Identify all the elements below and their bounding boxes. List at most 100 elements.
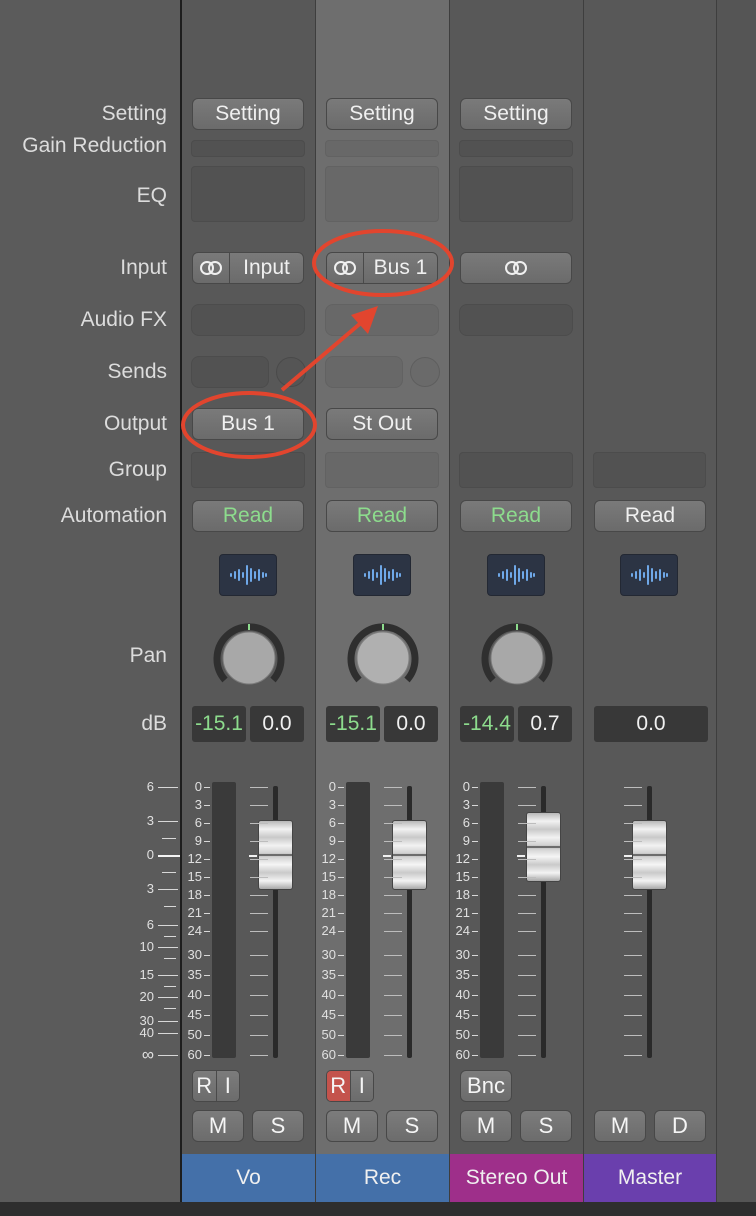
- meter-scale-tick: [338, 805, 344, 806]
- balance-knob[interactable]: [481, 620, 553, 692]
- mute-button[interactable]: M: [326, 1110, 378, 1142]
- audio-fx-slot[interactable]: [459, 304, 573, 336]
- audio-waveform-icon[interactable]: [353, 554, 411, 596]
- audio-fx-slot[interactable]: [325, 304, 439, 336]
- audio-fx-slot[interactable]: [191, 304, 305, 336]
- unity-gain-marker: [383, 855, 391, 857]
- input-monitor-button[interactable]: I: [349, 1071, 373, 1101]
- fader-scale-tick: [518, 913, 536, 914]
- channel-strip-rec: Setting Bus 1 St Out Read -15.1 0.0 R I …: [316, 0, 450, 1202]
- setting-button[interactable]: Setting: [192, 98, 304, 130]
- meter-scale-tick: [472, 895, 478, 896]
- volume-fader-handle[interactable]: [392, 820, 427, 890]
- peak-level-display[interactable]: -14.4: [460, 706, 514, 742]
- setting-button[interactable]: Setting: [326, 98, 438, 130]
- fader-scale-tick: [384, 805, 402, 806]
- gain-reduction-meter: [191, 140, 305, 157]
- peak-level-display[interactable]: -15.1: [192, 706, 246, 742]
- solo-button[interactable]: S: [252, 1110, 304, 1142]
- scale-tick: [158, 821, 178, 822]
- eq-thumbnail[interactable]: [459, 166, 573, 222]
- scale-tick: [158, 889, 178, 890]
- fader-scale-tick: [624, 841, 642, 842]
- record-enable-button[interactable]: R: [327, 1071, 350, 1101]
- send-slot[interactable]: [325, 356, 403, 388]
- audio-waveform-icon[interactable]: [620, 554, 678, 596]
- audio-waveform-icon[interactable]: [487, 554, 545, 596]
- solo-button[interactable]: S: [386, 1110, 438, 1142]
- meter-scale-label: 24: [455, 923, 470, 938]
- automation-mode-button[interactable]: Read: [192, 500, 304, 532]
- output-slot[interactable]: St Out: [326, 408, 438, 440]
- pan-knob[interactable]: [213, 620, 285, 692]
- scale-tick: [158, 925, 178, 926]
- bottom-scrollbar[interactable]: [0, 1202, 756, 1216]
- bounce-button[interactable]: Bnc: [460, 1070, 512, 1102]
- input-slot[interactable]: Bus 1: [326, 252, 438, 284]
- scale-label: 20: [139, 989, 154, 1004]
- meter-scale-label: 45: [321, 1007, 336, 1022]
- level-meter: [346, 782, 370, 1058]
- stereo-link-icon[interactable]: [193, 253, 230, 283]
- fader-scale-tick: [384, 841, 402, 842]
- eq-thumbnail[interactable]: [191, 166, 305, 222]
- empty-mixer-area: [716, 0, 756, 1202]
- meter-scale-label: 15: [321, 869, 336, 884]
- volume-fader-handle[interactable]: [632, 820, 667, 890]
- group-slot[interactable]: [459, 452, 573, 488]
- group-slot[interactable]: [325, 452, 439, 488]
- input-format-button[interactable]: [460, 252, 572, 284]
- meter-scale-tick: [338, 895, 344, 896]
- audio-waveform-icon[interactable]: [219, 554, 277, 596]
- output-slot[interactable]: Bus 1: [192, 408, 304, 440]
- scale-tick: [158, 947, 178, 948]
- meter-scale-label: 60: [321, 1047, 336, 1062]
- solo-button[interactable]: S: [520, 1110, 572, 1142]
- volume-fader-handle[interactable]: [258, 820, 293, 890]
- channel-name-vo[interactable]: Vo: [182, 1154, 315, 1202]
- meter-scale-tick: [472, 877, 478, 878]
- pan-knob[interactable]: [347, 620, 419, 692]
- automation-mode-button[interactable]: Read: [460, 500, 572, 532]
- dim-button[interactable]: D: [654, 1110, 706, 1142]
- send-level-knob[interactable]: [276, 357, 306, 387]
- eq-thumbnail[interactable]: [325, 166, 439, 222]
- channel-name-stereo-out[interactable]: Stereo Out: [450, 1154, 583, 1202]
- channel-strip-vo: Setting Input Bus 1 Read -15.1 0.0 R I M…: [182, 0, 316, 1202]
- fader-scale-tick: [518, 895, 536, 896]
- mute-button[interactable]: M: [460, 1110, 512, 1142]
- fader-level-display[interactable]: 0.0: [250, 706, 304, 742]
- group-slot[interactable]: [593, 452, 706, 488]
- send-level-knob[interactable]: [410, 357, 440, 387]
- automation-mode-button[interactable]: Read: [594, 500, 706, 532]
- input-slot[interactable]: Input: [192, 252, 304, 284]
- mute-button[interactable]: M: [192, 1110, 244, 1142]
- fader-level-display[interactable]: 0.0: [384, 706, 438, 742]
- fader-scale-tick: [624, 895, 642, 896]
- fader-scale-tick: [624, 823, 642, 824]
- fader-scale-tick: [250, 1055, 268, 1056]
- mute-button[interactable]: M: [594, 1110, 646, 1142]
- fader-scale-tick: [384, 995, 402, 996]
- meter-scale-tick: [204, 787, 210, 788]
- automation-mode-button[interactable]: Read: [326, 500, 438, 532]
- group-slot[interactable]: [191, 452, 305, 488]
- row-label-output: Output: [103, 412, 167, 435]
- meter-scale-label: 9: [462, 833, 470, 848]
- channel-name-master[interactable]: Master: [584, 1154, 716, 1202]
- send-slot[interactable]: [191, 356, 269, 388]
- peak-level-display[interactable]: -15.1: [326, 706, 380, 742]
- meter-scale-label: 3: [328, 797, 336, 812]
- stereo-link-icon[interactable]: [327, 253, 364, 283]
- record-input-buttons: R I: [326, 1070, 374, 1102]
- input-monitor-button[interactable]: I: [215, 1071, 239, 1101]
- meter-scale-tick: [204, 1035, 210, 1036]
- channel-name-rec[interactable]: Rec: [316, 1154, 449, 1202]
- scale-tick: [164, 936, 176, 937]
- scale-tick: [162, 872, 176, 873]
- fader-level-display[interactable]: 0.7: [518, 706, 572, 742]
- record-enable-button[interactable]: R: [193, 1071, 216, 1101]
- setting-button[interactable]: Setting: [460, 98, 572, 130]
- fader-scale-tick: [624, 1055, 642, 1056]
- fader-level-display[interactable]: 0.0: [594, 706, 708, 742]
